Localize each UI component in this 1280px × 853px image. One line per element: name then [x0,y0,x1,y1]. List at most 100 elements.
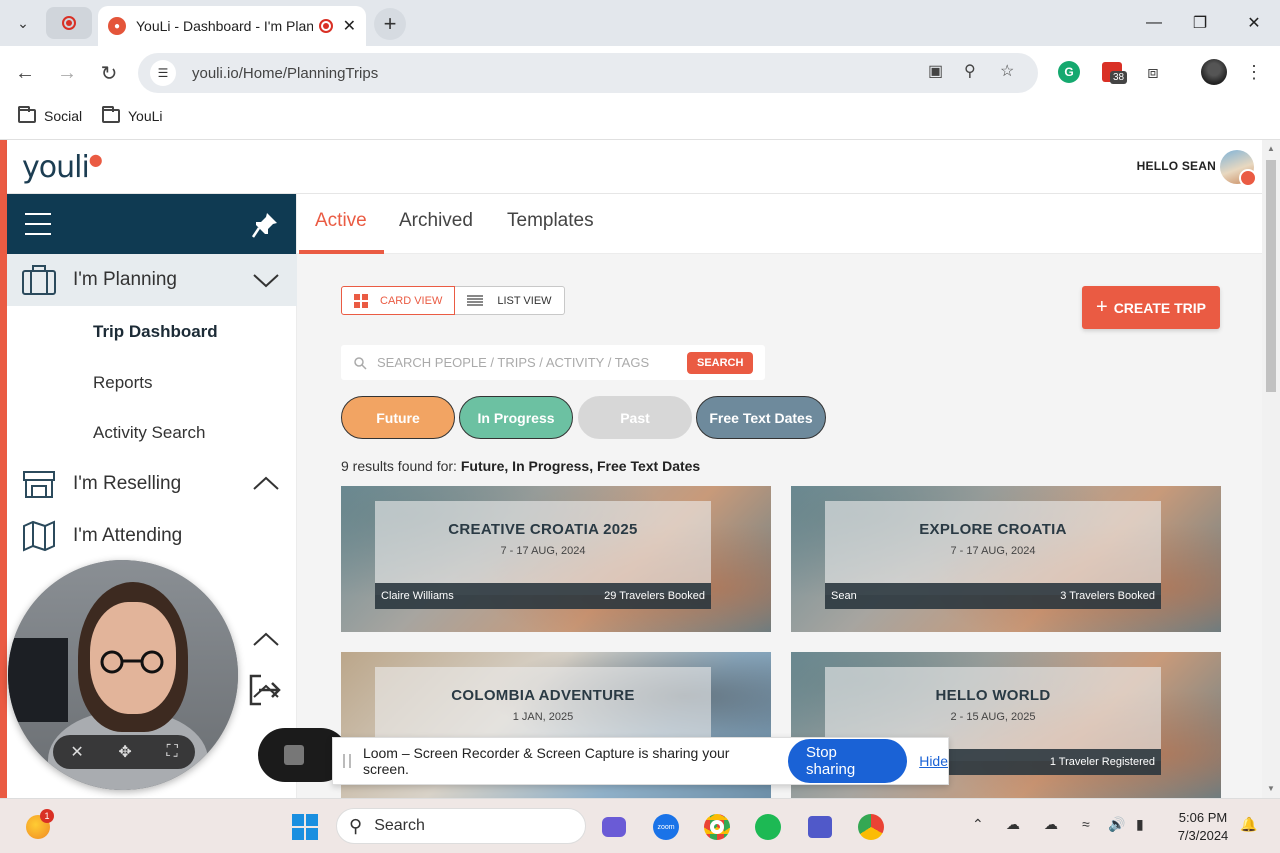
close-window-icon[interactable]: ✕ [1236,8,1272,38]
zoom-app-icon[interactable]: zoom [650,811,682,843]
search-button[interactable]: SEARCH [687,351,754,374]
taskbar-search[interactable]: ⚲ Search [336,808,586,844]
minimize-icon[interactable]: — [1136,8,1172,38]
sidebar-item-activity-search[interactable]: Activity Search [93,423,205,443]
search-bar: SEARCH [341,345,765,380]
create-trip-button[interactable]: + CREATE TRIP [1082,286,1220,329]
webcam-controls: ✕ ✥ ⛶ [53,735,195,769]
chrome-app-icon[interactable] [701,811,733,843]
scroll-down-arrow-icon[interactable]: ▼ [1266,784,1276,793]
share-message: Loom – Screen Recorder & Screen Capture … [362,745,730,777]
meet-app-icon[interactable] [598,811,630,843]
address-bar[interactable]: ☰ youli.io/Home/PlanningTrips ▣ ⚲ ☆ [138,53,1038,93]
wifi-icon[interactable]: ≈ [1082,816,1090,832]
chevron-down-icon[interactable] [251,270,281,290]
weather-widget-icon[interactable]: 1 [22,809,54,843]
bookmark-label: Social [44,108,83,124]
trip-owner: Sean [831,590,857,602]
folder-icon [102,106,120,123]
filter-free-text-dates[interactable]: Free Text Dates [696,396,826,439]
search-icon [354,356,367,370]
card-view-button[interactable]: CARD VIEW [341,286,456,315]
forward-arrow-icon[interactable]: → [52,58,82,88]
sidebar-item-reports[interactable]: Reports [93,373,153,393]
browser-tab-bar: ⌄ ● YouLi - Dashboard - I'm Planning ✕ +… [0,0,1280,46]
hamburger-menu-icon[interactable] [25,213,51,235]
close-tab-icon[interactable]: ✕ [343,16,356,36]
tab-templates[interactable]: Templates [507,210,594,232]
reload-icon[interactable]: ↻ [94,58,124,88]
grammarly-icon[interactable]: G [1055,58,1083,86]
sidebar-item-reselling[interactable]: I'm Reselling [7,458,297,510]
webcam-poster [8,638,68,722]
zoom-icon[interactable]: ⚲ [964,61,976,81]
trip-card[interactable]: EXPLORE CROATIA 7 - 17 AUG, 2024 Sean 3 … [791,486,1221,632]
extension-badge: 38 [1110,71,1128,84]
screen-share-notification: Loom – Screen Recorder & Screen Capture … [332,737,949,785]
pin-icon[interactable] [250,210,280,240]
move-icon[interactable]: ✥ [118,742,131,762]
calendar-extension-icon[interactable]: 38 [1098,58,1128,86]
trip-card-overlay: CREATIVE CROATIA 2025 7 - 17 AUG, 2024 [375,501,711,595]
browser-tab-active[interactable]: ● YouLi - Dashboard - I'm Planning ✕ [98,6,366,46]
profile-avatar[interactable] [1200,58,1228,86]
scroll-thumb[interactable] [1266,160,1276,392]
bookmark-social[interactable]: Social [18,106,83,124]
page-scrollbar[interactable]: ▲ ▼ [1262,140,1280,798]
scroll-up-arrow-icon[interactable]: ▲ [1266,144,1276,153]
trip-tabs: Active Archived Templates [297,194,1262,254]
recording-tab[interactable] [46,7,92,39]
trip-title: HELLO WORLD [935,687,1051,704]
filter-past[interactable]: Past [578,396,692,439]
stop-recording-button[interactable] [284,745,304,765]
notification-badge: 1 [40,809,54,823]
filter-in-progress[interactable]: In Progress [459,396,573,439]
notification-bell-icon[interactable]: 🔔 [1240,816,1257,833]
onedrive-icon[interactable]: ☁ [1006,816,1020,833]
sidebar-label: I'm Planning [73,269,177,290]
spotify-app-icon[interactable] [752,811,784,843]
new-tab-button[interactable]: + [374,8,406,40]
sidebar-item-planning[interactable]: I'm Planning [7,254,297,306]
hide-link[interactable]: Hide [919,753,948,769]
tray-chevron-icon[interactable]: ⌃ [972,816,984,833]
chevron-up-icon[interactable] [251,630,281,650]
back-arrow-icon[interactable]: ← [10,58,40,88]
clock[interactable]: 5:06 PM 7/3/2024 [1168,809,1238,845]
sidebar-item-attending[interactable]: I'm Attending [7,510,297,562]
sidebar-item-trip-dashboard[interactable]: Trip Dashboard [93,322,218,342]
menu-kebab-icon[interactable]: ⋮ [1240,58,1268,86]
tab-active[interactable]: Active [315,210,367,232]
search-input[interactable] [377,355,655,370]
teams-app-icon[interactable] [804,811,836,843]
drag-handle-icon[interactable] [343,754,351,768]
trip-card[interactable]: CREATIVE CROATIA 2025 7 - 17 AUG, 2024 C… [341,486,771,632]
stop-sharing-button[interactable]: Stop sharing [788,739,908,783]
cloud-icon[interactable]: ☁ [1044,816,1058,833]
tab-search-chevron-icon[interactable]: ⌄ [8,8,38,38]
list-view-button[interactable]: LIST VIEW [455,286,565,315]
youli-logo[interactable]: youli● [22,150,103,185]
filter-future[interactable]: Future [341,396,455,439]
chrome-app-icon-active[interactable] [855,811,887,843]
logout-icon[interactable] [247,672,283,708]
close-icon[interactable]: ✕ [70,742,83,762]
logo-text: youli [22,150,90,185]
trip-travelers: 29 Travelers Booked [604,590,705,602]
fullscreen-icon[interactable]: ⛶ [166,743,177,761]
extensions-puzzle-icon[interactable]: ⧈ [1139,58,1167,86]
camera-icon[interactable]: ▣ [928,61,943,81]
folder-icon [18,106,36,123]
tab-title: YouLi - Dashboard - I'm Planning [136,18,313,34]
battery-icon[interactable]: ▮ [1136,816,1144,833]
bookmark-youli[interactable]: YouLi [102,106,163,124]
volume-icon[interactable]: 🔊 [1108,816,1125,833]
chevron-up-icon[interactable] [251,474,281,494]
tab-archived[interactable]: Archived [399,210,473,232]
restore-icon[interactable]: ❐ [1182,8,1218,38]
user-avatar[interactable] [1220,150,1257,187]
trip-dates: 7 - 17 AUG, 2024 [950,545,1036,557]
bookmark-star-icon[interactable]: ☆ [1000,61,1014,81]
site-settings-icon[interactable]: ☰ [150,60,176,86]
windows-start-icon[interactable] [289,811,321,843]
